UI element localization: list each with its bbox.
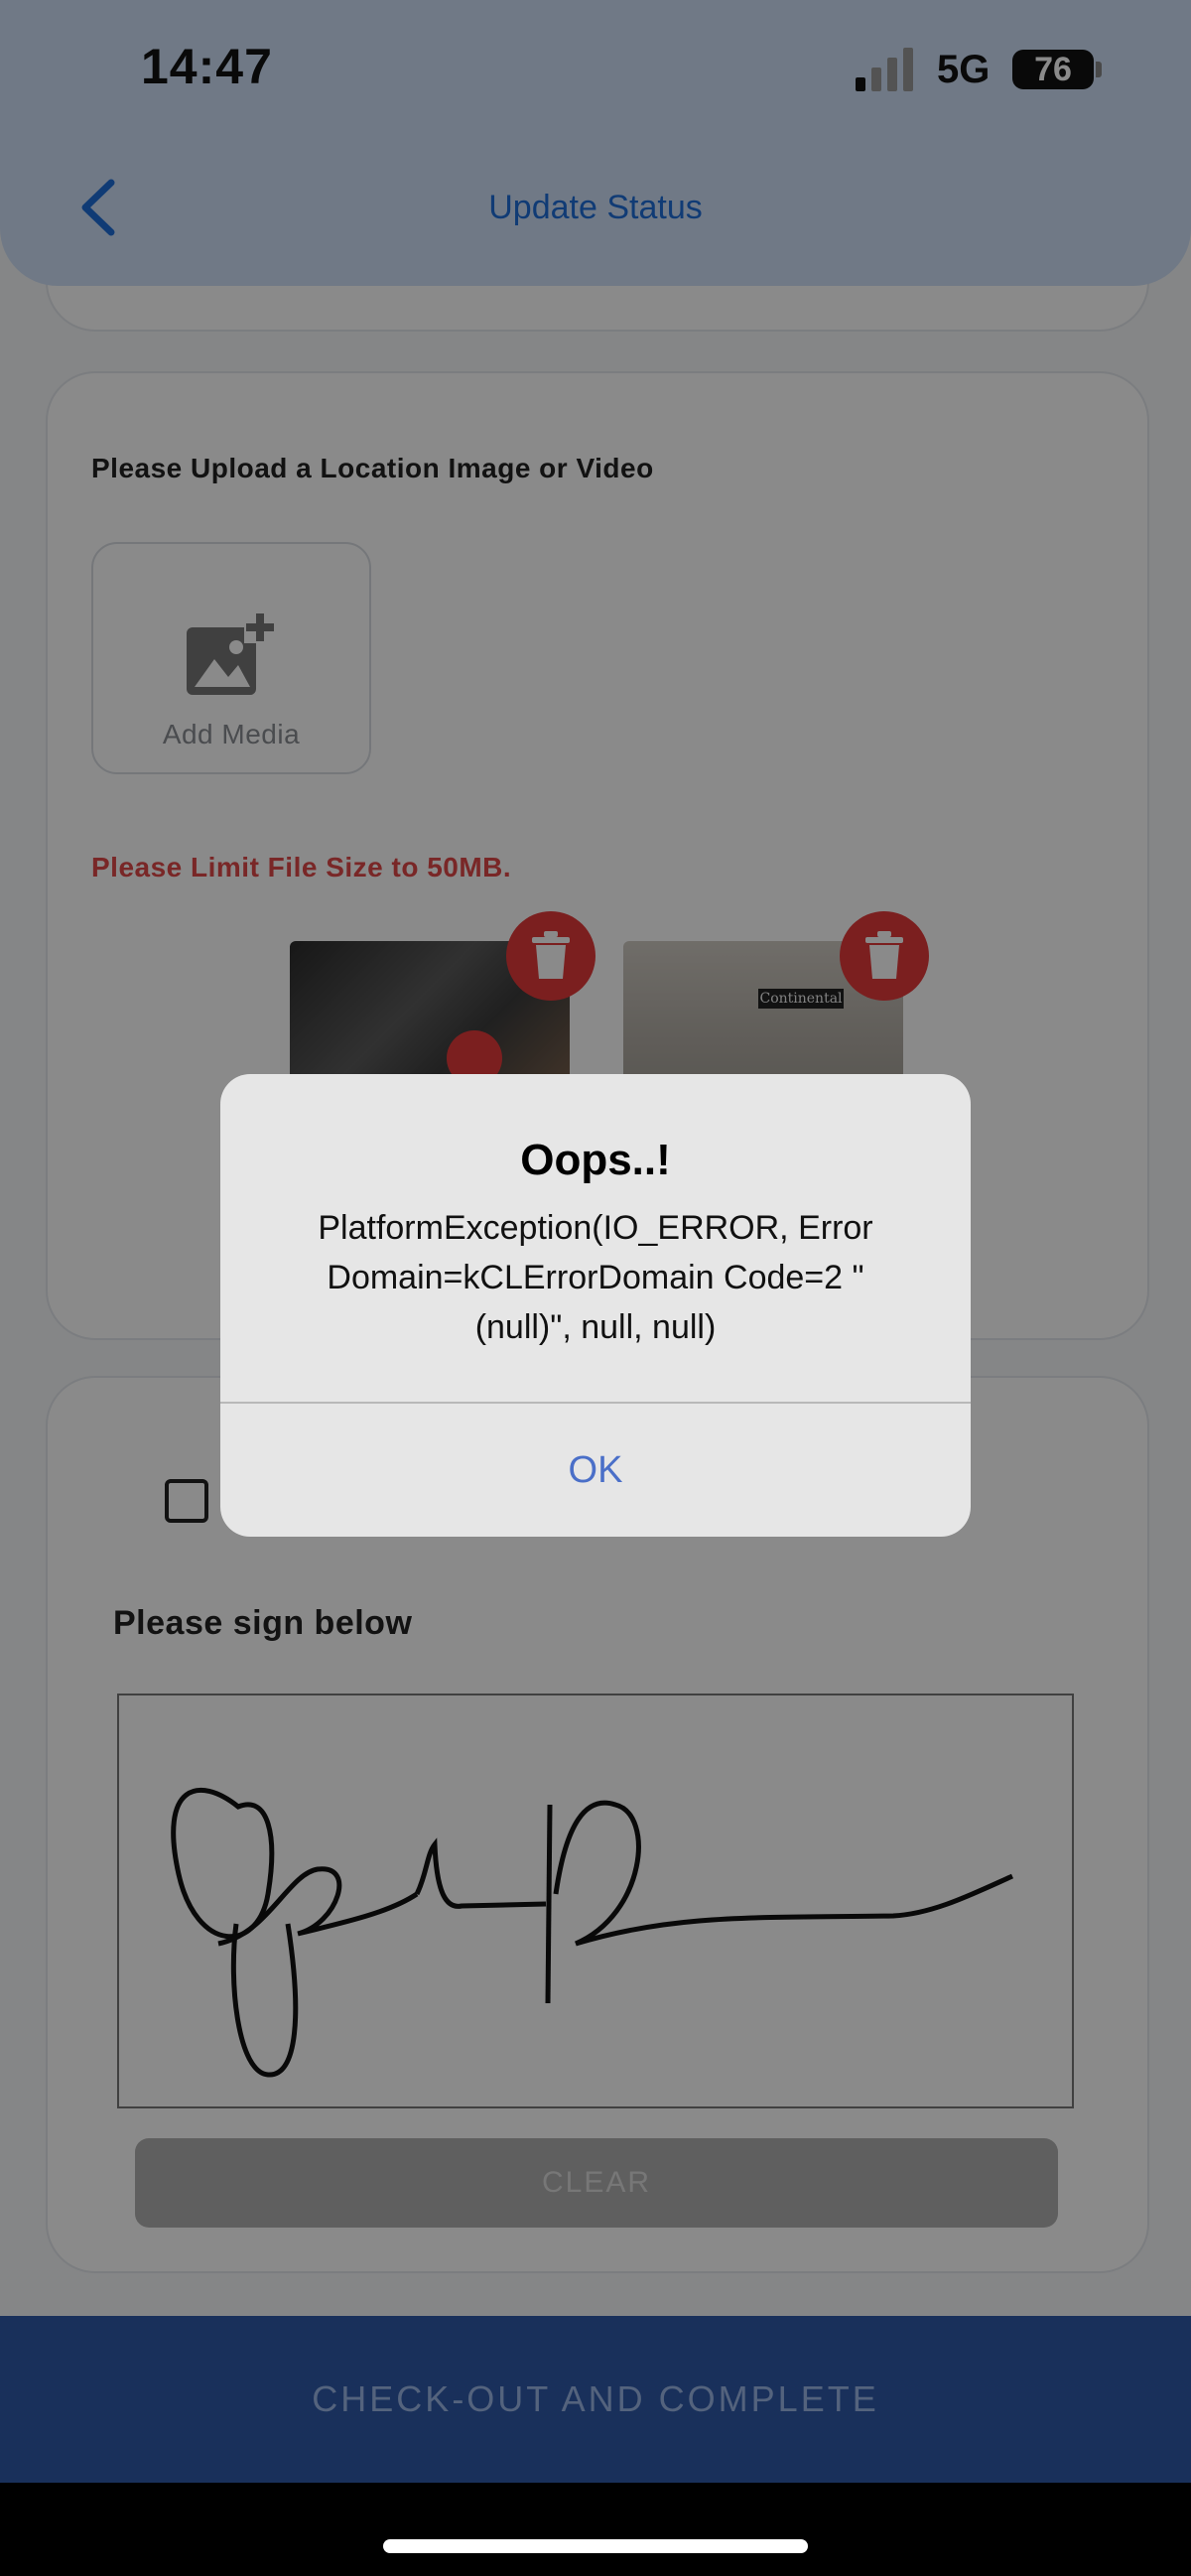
- dialog-title: Oops..!: [520, 1136, 671, 1184]
- dialog-ok-button[interactable]: OK: [220, 1404, 971, 1537]
- home-indicator-area: [0, 2483, 1191, 2576]
- dialog-message: PlatformException(IO_ERROR, Error Domain…: [318, 1209, 873, 1346]
- home-indicator[interactable]: [383, 2539, 808, 2553]
- error-dialog: Oops..! PlatformException(IO_ERROR, Erro…: [220, 1074, 971, 1537]
